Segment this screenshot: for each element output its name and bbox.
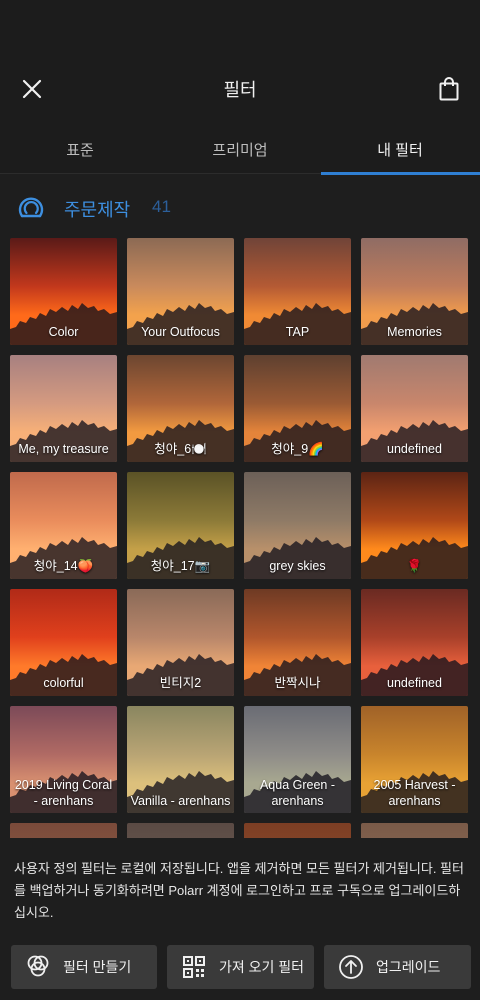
filter-label: Color: [48, 325, 79, 339]
filter-label: 반짝시나: [274, 676, 321, 690]
filter-tile[interactable]: Me, my treasure: [10, 355, 117, 462]
filter-label: 빈티지2: [159, 676, 202, 690]
filter-tile[interactable]: 🌹: [361, 472, 468, 579]
filter-tile[interactable]: [244, 823, 351, 838]
filter-label: Aqua Green - arenhans: [259, 778, 336, 808]
section-title: 주문제작: [64, 200, 131, 220]
custom-filter-icon: [18, 197, 44, 218]
filter-label: TAP: [285, 325, 310, 339]
filter-tile[interactable]: Memories: [361, 238, 468, 345]
filter-label: 2019 Living Coral - arenhans: [14, 778, 113, 808]
filter-tile[interactable]: TAP: [244, 238, 351, 345]
filter-label: 2005 Harvest - arenhans: [373, 778, 456, 808]
filter-tile[interactable]: 반짝시나: [244, 589, 351, 696]
filter-label: Memories: [387, 325, 442, 339]
active-tab-indicator: [321, 172, 480, 175]
page-title: 필터: [223, 80, 257, 100]
import-filter-label: 가져 오기 필터: [219, 959, 305, 975]
filter-tile[interactable]: Your Outfocus: [127, 238, 234, 345]
filter-tile[interactable]: 청야_14🍑: [10, 472, 117, 579]
filter-tile[interactable]: 청야_9🌈: [244, 355, 351, 462]
filter-label: Your Outfocus: [141, 325, 220, 339]
filter-label: Me, my treasure: [18, 442, 109, 456]
filter-tile[interactable]: Vanilla - arenhans: [127, 706, 234, 813]
filter-preview: [244, 823, 351, 838]
create-filter-label: 필터 만들기: [63, 959, 132, 975]
filter-label: undefined: [387, 676, 442, 690]
filter-preview: [361, 823, 468, 838]
create-filter-button[interactable]: 필터 만들기: [11, 945, 157, 989]
tab-standard[interactable]: 표준: [0, 124, 160, 174]
custom-filters-header: 주문제작 41: [0, 186, 480, 226]
filter-tile[interactable]: grey skies: [244, 472, 351, 579]
filter-tile[interactable]: undefined: [361, 355, 468, 462]
filter-label: 청야_6🍽️: [154, 442, 207, 456]
close-button[interactable]: [18, 72, 46, 106]
shopping-bag-icon: [439, 77, 459, 101]
filter-tile[interactable]: 청야_6🍽️: [127, 355, 234, 462]
filter-count: 41: [152, 197, 171, 216]
upgrade-button[interactable]: 업그레이드: [324, 945, 471, 989]
filter-tile[interactable]: 빈티지2: [127, 589, 234, 696]
import-filter-button[interactable]: 가져 오기 필터: [167, 945, 314, 989]
tab-premium[interactable]: 프리미엄: [160, 124, 320, 174]
tab-my-filters[interactable]: 내 필터: [320, 124, 480, 174]
upgrade-label: 업그레이드: [376, 959, 441, 975]
filter-label: undefined: [387, 442, 442, 456]
upgrade-icon: [338, 954, 364, 980]
filter-tabs: 표준 프리미엄 내 필터: [0, 124, 480, 175]
close-icon: [22, 79, 42, 99]
create-filter-icon: [25, 954, 51, 980]
filter-tile[interactable]: 2019 Living Coral - arenhans: [10, 706, 117, 813]
filter-label: 🌹: [406, 559, 423, 573]
shop-button[interactable]: [434, 72, 464, 106]
filter-label: 청야_14🍑: [33, 559, 94, 573]
filter-tile[interactable]: Color: [10, 238, 117, 345]
top-bar: 필터: [0, 0, 480, 124]
filter-label: 청야_9🌈: [271, 442, 324, 456]
filter-tile[interactable]: 2005 Harvest - arenhans: [361, 706, 468, 813]
notice-text: 사용자 정의 필터는 로컬에 저장됩니다. 앱을 제거하면 모든 필터가 제거됩…: [14, 861, 464, 920]
filter-tile[interactable]: 청야_17📷: [127, 472, 234, 579]
filter-tile[interactable]: colorful: [10, 589, 117, 696]
filter-tile[interactable]: [127, 823, 234, 838]
filter-tile[interactable]: [361, 823, 468, 838]
filter-label: colorful: [43, 676, 84, 690]
qr-code-icon: [181, 954, 207, 980]
filter-label: grey skies: [269, 559, 326, 573]
filter-tile[interactable]: undefined: [361, 589, 468, 696]
filter-label: 청야_17📷: [150, 559, 211, 573]
filter-tile[interactable]: Aqua Green - arenhans: [244, 706, 351, 813]
filter-grid: Color Your Outfocus TAP Memories Me, my trea…: [10, 238, 470, 838]
filter-preview: [127, 823, 234, 838]
filter-label: Vanilla - arenhans: [130, 794, 231, 808]
filter-tile[interactable]: [10, 823, 117, 838]
filter-preview: [10, 823, 117, 838]
